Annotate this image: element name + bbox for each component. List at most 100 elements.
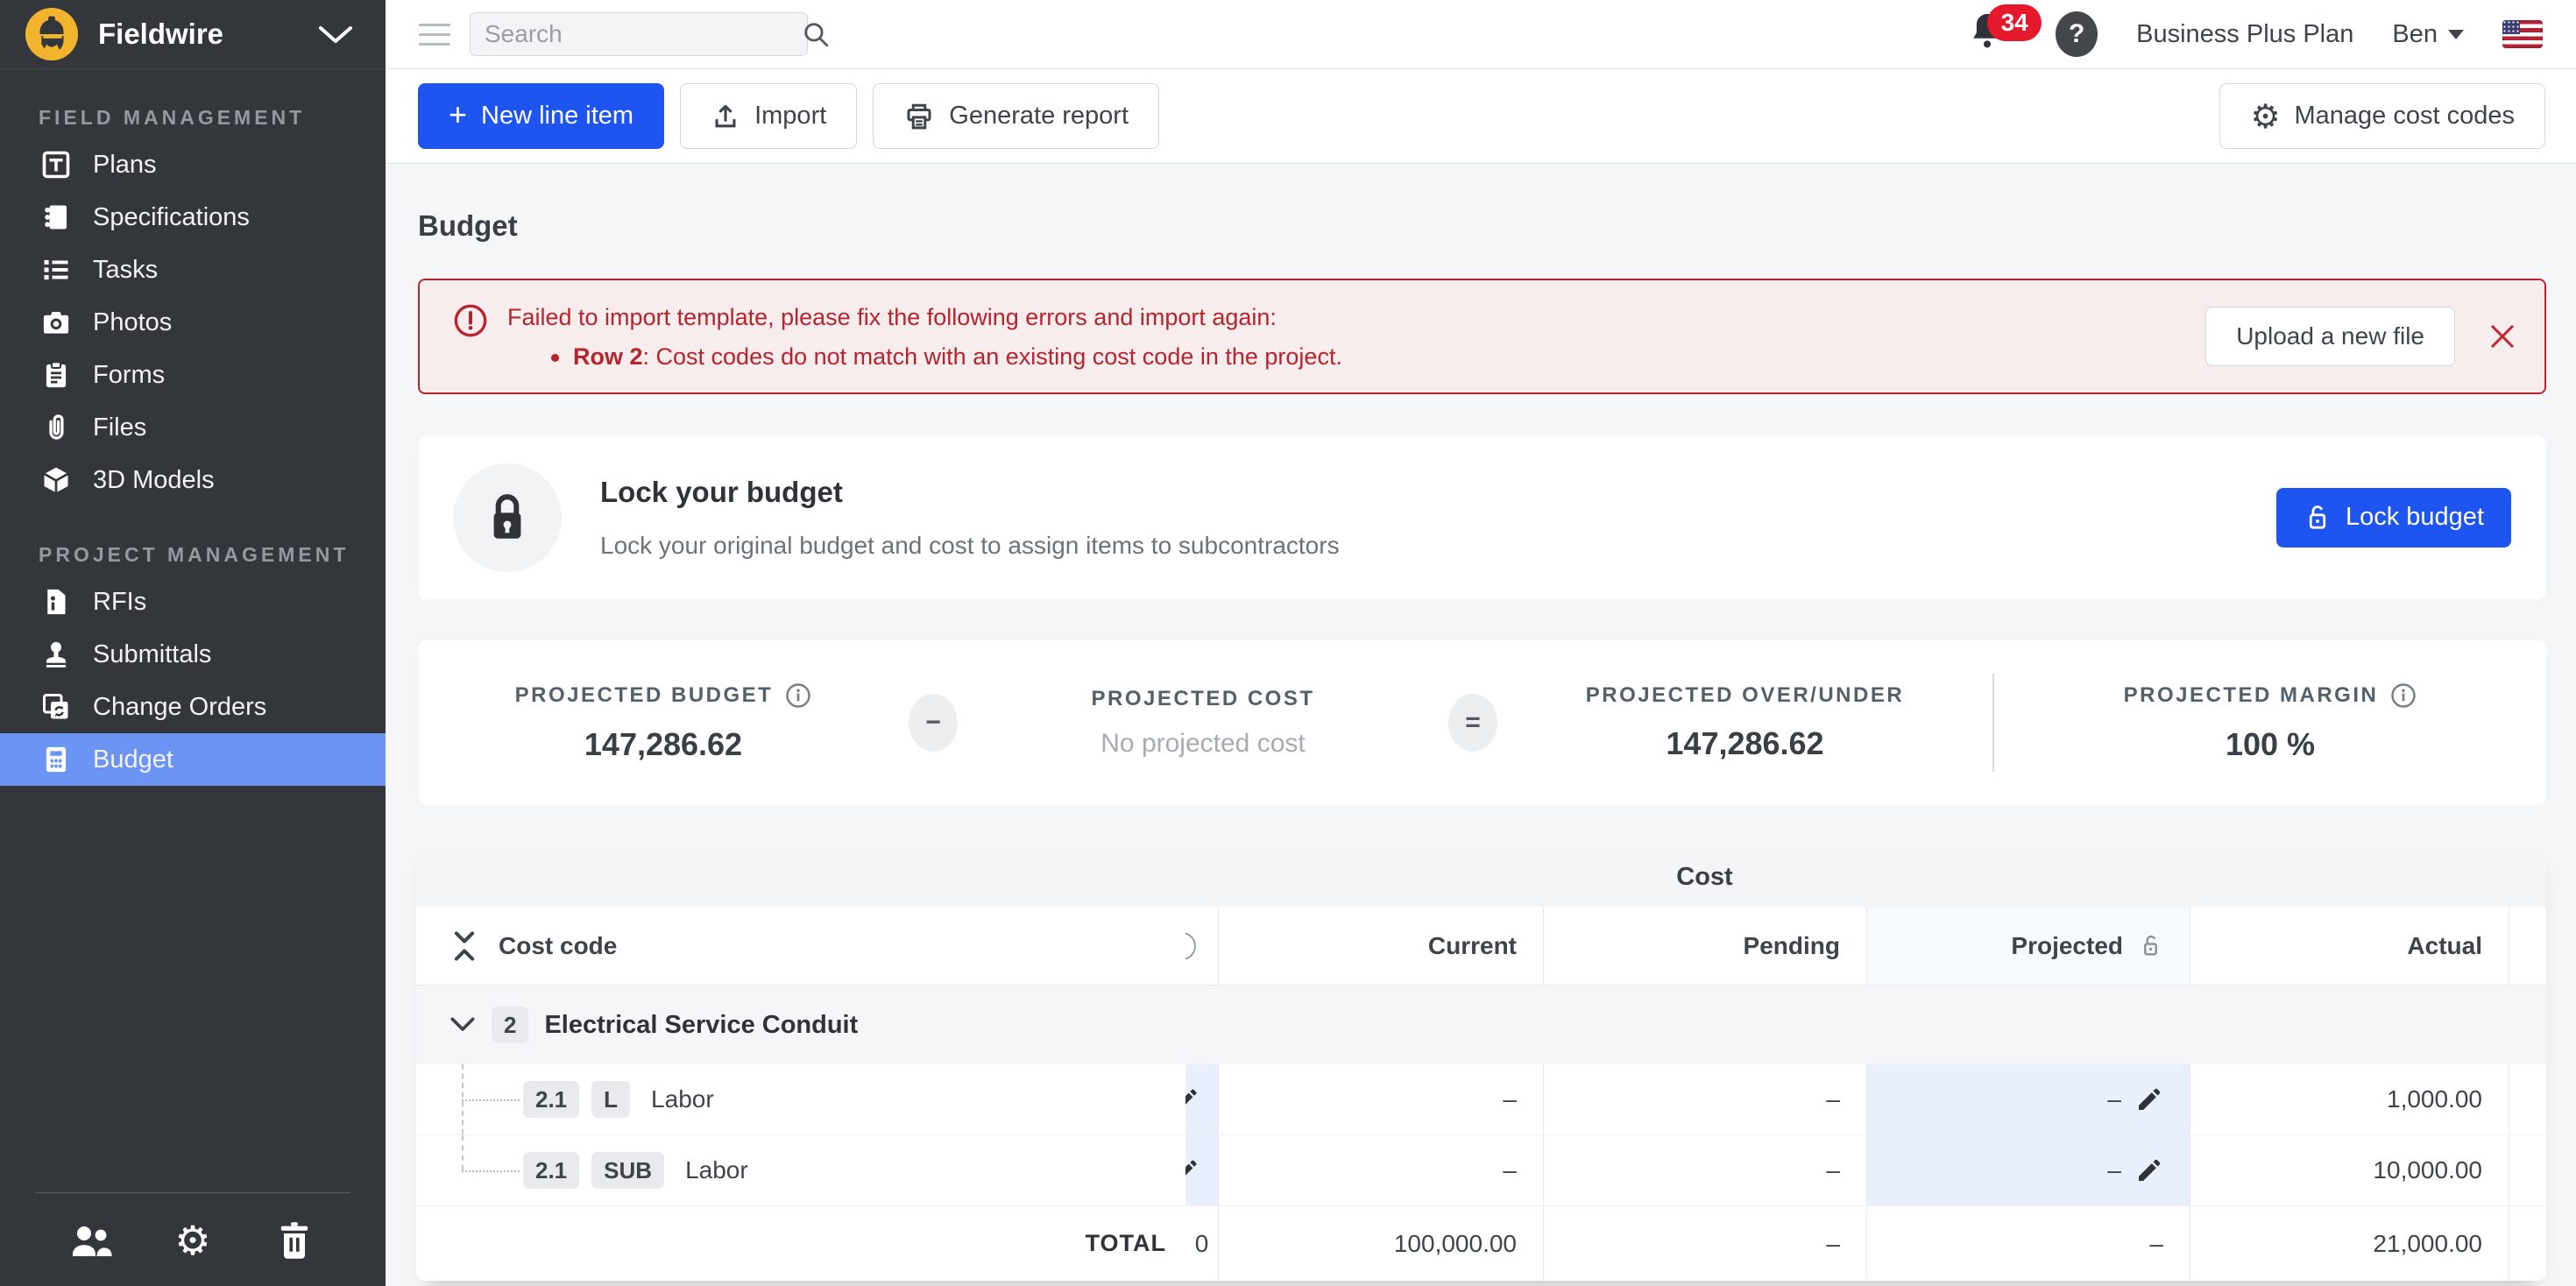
app-root: Fieldwire FIELD MANAGEMENT Plans Specifi… (0, 0, 2576, 1286)
pending-header-label[interactable]: Pending (1544, 907, 1867, 985)
people-icon[interactable] (68, 1218, 114, 1263)
projected-value: – (2107, 1156, 2121, 1184)
sidebar-item-files[interactable]: Files (0, 401, 386, 454)
sidebar-item-submittals[interactable]: Submittals (0, 628, 386, 681)
page-title: Budget (418, 209, 518, 243)
plan-label[interactable]: Business Plus Plan (2136, 20, 2353, 49)
gear-icon[interactable]: ⚙ (170, 1218, 216, 1263)
help-icon[interactable]: ? (2056, 11, 2098, 57)
unlock-icon (2137, 931, 2163, 961)
user-name: Ben (2392, 20, 2438, 49)
close-icon[interactable] (2485, 319, 2520, 354)
budget-toolbar: + New line item Import Generate report ⚙… (386, 69, 2576, 164)
gutter-cell (2509, 1206, 2546, 1281)
projected-header-cell[interactable]: Projected (1867, 907, 2190, 985)
sidebar-item-label: Submittals (93, 640, 211, 669)
projected-over-under-label: PROJECTED OVER/UNDER (1586, 683, 1904, 708)
projected-margin-label: PROJECTED MARGIN (2124, 683, 2379, 708)
row-cost-code-cell: 2.1 SUB Labor (416, 1135, 1185, 1205)
group-row-cost-code: 2 Electrical Service Conduit (416, 986, 1185, 1064)
error-message: Failed to import template, please fix th… (507, 304, 2205, 331)
pending-cell[interactable]: – (1544, 1064, 1867, 1134)
lock-outline-icon (2304, 502, 2332, 533)
projected-margin-value: 100 % (2226, 726, 2315, 763)
sidebar-item-3d-models[interactable]: 3D Models (0, 454, 386, 506)
sidebar-item-plans[interactable]: Plans (0, 138, 386, 191)
info-icon[interactable] (2390, 682, 2417, 709)
cost-code-header-label[interactable]: Cost code (499, 932, 617, 960)
edit-pencil-icon[interactable] (2135, 1085, 2163, 1113)
projected-budget-value: 147,286.62 (584, 726, 742, 763)
projected-header-label: Projected (2011, 932, 2123, 960)
sidebar-item-specifications[interactable]: Specifications (0, 191, 386, 244)
user-menu[interactable]: Ben (2392, 20, 2464, 49)
pending-cell[interactable]: – (1544, 1135, 1867, 1205)
sidebar-item-forms[interactable]: Forms (0, 349, 386, 401)
table-group-row[interactable]: 2 Electrical Service Conduit (416, 986, 2546, 1064)
collapse-all-icon[interactable] (449, 929, 479, 964)
tree-line (462, 1135, 464, 1170)
total-pending: – (1544, 1206, 1867, 1281)
notifications-bell[interactable]: 34 (1968, 8, 2017, 60)
sidebar-item-label: Change Orders (93, 693, 266, 722)
actual-cell[interactable]: 1,000.00 (2190, 1064, 2509, 1134)
specifications-icon (39, 200, 74, 235)
projected-cost-label: PROJECTED COST (1091, 687, 1314, 711)
minus-operator: − (909, 694, 958, 752)
forms-icon (39, 357, 74, 392)
sidebar-item-label: Plans (93, 151, 157, 180)
table-row[interactable]: 2.1 L Labor – – – 1,000.00 (416, 1064, 2546, 1135)
trash-icon[interactable] (272, 1218, 317, 1263)
new-line-item-label: New line item (481, 102, 633, 131)
chevron-down-icon[interactable] (317, 24, 354, 45)
row-cost-code-cell: 2.1 L Labor (416, 1064, 1185, 1134)
actual-cell[interactable]: 10,000.00 (2190, 1135, 2509, 1205)
actual-header-label[interactable]: Actual (2190, 907, 2509, 985)
upload-new-file-button[interactable]: Upload a new file (2205, 307, 2455, 366)
equals-operator: = (1448, 694, 1497, 752)
edit-pencil-icon (1185, 1086, 1200, 1113)
change-orders-icon (39, 689, 74, 724)
projected-value: – (2107, 1085, 2121, 1113)
us-flag-icon[interactable] (2502, 20, 2543, 48)
search-box[interactable] (470, 12, 808, 56)
sidebar-item-photos[interactable]: Photos (0, 296, 386, 349)
tree-line (462, 1099, 520, 1101)
sidebar-item-change-orders[interactable]: Change Orders (0, 681, 386, 733)
photos-icon (39, 305, 74, 340)
current-cell[interactable]: – (1219, 1135, 1544, 1205)
projected-cell[interactable]: – (1867, 1064, 2190, 1134)
clipped-info-icon (1185, 932, 1196, 960)
fieldwire-logo-icon (25, 7, 79, 61)
new-line-item-button[interactable]: + New line item (418, 83, 664, 149)
table-header-row: Cost code Current Pending Projected Actu… (416, 907, 2546, 986)
lock-budget-button[interactable]: Lock budget (2276, 488, 2511, 548)
error-row-detail: : Cost codes do not match with an existi… (643, 343, 1342, 370)
sidebar-item-budget[interactable]: Budget (0, 733, 386, 786)
footer-divider (35, 1192, 350, 1193)
chevron-down-icon[interactable] (449, 1016, 476, 1034)
generate-report-button[interactable]: Generate report (873, 83, 1159, 149)
hamburger-menu-icon[interactable] (419, 24, 450, 46)
sidebar-item-tasks[interactable]: Tasks (0, 244, 386, 296)
search-input[interactable] (485, 20, 801, 48)
lock-icon-circle (453, 463, 562, 572)
sidebar-item-rfis[interactable]: RFIs (0, 576, 386, 628)
total-actual: 21,000.00 (2190, 1206, 2509, 1281)
projected-cell[interactable]: – (1867, 1135, 2190, 1205)
total-label: TOTAL (416, 1206, 1185, 1281)
edit-pencil-icon[interactable] (2135, 1156, 2163, 1184)
sidebar-item-label: Specifications (93, 203, 250, 232)
lock-icon (483, 489, 532, 547)
current-cell[interactable]: – (1219, 1064, 1544, 1134)
sidebar-header[interactable]: Fieldwire (0, 0, 386, 69)
info-icon[interactable] (785, 682, 811, 709)
sidebar: Fieldwire FIELD MANAGEMENT Plans Specifi… (0, 0, 386, 1286)
table-row[interactable]: 2.1 SUB Labor – – – 10,000.00 (416, 1135, 2546, 1206)
sidebar-item-label: Budget (93, 745, 173, 774)
manage-cost-codes-button[interactable]: ⚙ Manage cost codes (2219, 83, 2545, 149)
import-button[interactable]: Import (680, 83, 857, 149)
caret-down-icon (2448, 30, 2464, 39)
sidebar-item-label: Forms (93, 361, 165, 390)
current-header-label[interactable]: Current (1219, 907, 1544, 985)
